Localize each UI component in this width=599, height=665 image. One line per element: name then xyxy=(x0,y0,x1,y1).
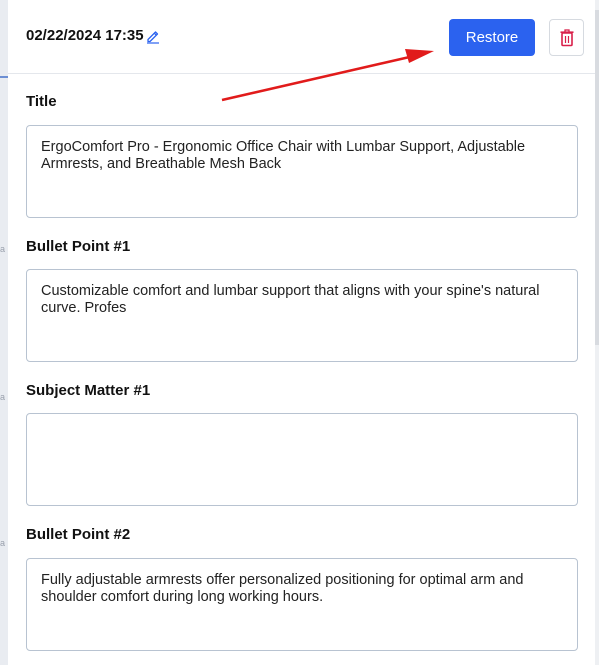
field-label-title: Title xyxy=(26,93,57,110)
bullet-point-1-field[interactable]: Customizable comfort and lumbar support … xyxy=(26,269,578,362)
delete-button[interactable] xyxy=(549,19,584,56)
bullet-point-2-field[interactable]: Fully adjustable armrests offer personal… xyxy=(26,558,578,651)
version-header: 02/22/2024 17:35 Restore xyxy=(8,3,595,74)
pencil-icon[interactable] xyxy=(145,28,161,44)
scrollbar-thumb[interactable] xyxy=(595,10,599,345)
field-label-subject-matter-1: Subject Matter #1 xyxy=(26,382,151,399)
background-divider xyxy=(0,76,8,78)
field-label-bullet-point-1: Bullet Point #1 xyxy=(26,238,131,255)
background-app-edge: a a a xyxy=(0,0,8,665)
version-panel: 02/22/2024 17:35 Restore Title ErgoComfo… xyxy=(8,3,595,665)
subject-matter-1-field[interactable] xyxy=(26,413,578,506)
background-fragment: a xyxy=(0,392,6,402)
restore-button[interactable]: Restore xyxy=(449,19,535,56)
trash-icon xyxy=(560,28,573,46)
background-fragment: a xyxy=(0,244,6,254)
version-timestamp: 02/22/2024 17:35 xyxy=(26,27,161,44)
field-label-bullet-point-2: Bullet Point #2 xyxy=(26,526,131,543)
timestamp-text: 02/22/2024 17:35 xyxy=(26,27,144,44)
scrollbar-track[interactable] xyxy=(595,0,599,665)
title-field[interactable]: ErgoComfort Pro - Ergonomic Office Chair… xyxy=(26,125,578,218)
background-fragment: a xyxy=(0,538,6,548)
